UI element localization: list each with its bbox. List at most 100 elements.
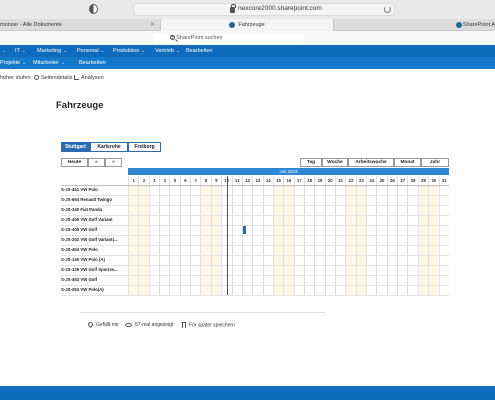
nav-item-personal[interactable]: Personal ⌄ <box>77 45 105 57</box>
page-details-button[interactable]: Seitendetails <box>34 75 73 81</box>
day-header: 19 <box>314 176 324 185</box>
vehicle-row-label[interactable]: S-JS-253 VW Polo(A) <box>61 286 128 294</box>
vehicle-row-label[interactable]: S-JS-453 VW Golf <box>61 276 128 284</box>
day-header: 2 <box>138 176 148 185</box>
day-header: 12 <box>241 176 252 185</box>
search-placeholder: In SharePoint suchen <box>170 35 223 41</box>
eye-icon <box>125 322 132 327</box>
like-icon <box>86 321 95 329</box>
view-month-button[interactable]: Monat <box>394 158 421 167</box>
nav-edit-link[interactable]: Bearbeiten <box>79 57 106 69</box>
browser-tabbar: monzer - Alle Dokumente ✕ Fahrzeuge Shar… <box>0 19 495 31</box>
next-button[interactable]: » <box>105 158 122 167</box>
nav-item-it[interactable]: IT ⌄ <box>15 45 26 57</box>
page-title: Fahrzeuge <box>56 100 104 111</box>
close-icon[interactable]: ✕ <box>150 19 155 31</box>
tab-freiburg[interactable]: Freiburg <box>128 142 161 152</box>
day-header: 1 <box>128 176 138 185</box>
tab-label: Fahrzeuge <box>238 22 265 28</box>
sharepoint-icon <box>229 21 236 28</box>
browser-tab[interactable]: monzer - Alle Dokumente ✕ <box>0 19 160 31</box>
browser-titlebar: nexcore2000.sharepoint.com <box>0 0 495 19</box>
day-header: 24 <box>366 176 376 185</box>
view-week-button[interactable]: Woche <box>322 158 348 167</box>
view-workweek-button[interactable]: Arbeitswoche <box>348 158 394 167</box>
analytics-button[interactable]: Analysen <box>74 75 104 81</box>
today-button[interactable]: Heute <box>61 158 88 167</box>
booking-event[interactable] <box>242 226 246 234</box>
nav-item-marketing[interactable]: Marketing ⌄ <box>37 45 67 57</box>
vehicle-row-label[interactable]: S-JS-202 VW Golf Variant(... <box>61 236 128 244</box>
day-header: 13 <box>252 176 262 185</box>
search-input[interactable]: In SharePoint suchen <box>154 34 304 44</box>
vehicle-row-label[interactable]: S-JS-340 Fiat Panda <box>61 206 128 214</box>
weekend-column <box>345 185 356 295</box>
vehicle-row-label[interactable]: S-JS-125 VW Golf Sportsv... <box>61 266 128 274</box>
day-header: 7 <box>190 176 200 185</box>
view-day-button[interactable]: Tag <box>300 158 322 167</box>
weekend-column <box>428 185 439 295</box>
save-for-later-button[interactable]: Für später speichern <box>182 322 235 328</box>
nav-item-produktion[interactable]: Produktion ⌄ <box>113 45 145 57</box>
month-header: Juli 2023 <box>128 168 449 175</box>
vehicle-row-label[interactable]: S-JS-406 VW Golf Variant <box>61 216 128 224</box>
weekend-column <box>417 185 429 295</box>
reload-icon[interactable] <box>384 6 391 13</box>
like-button[interactable]: Gefällt mir <box>86 321 119 329</box>
weekend-column <box>210 185 222 295</box>
location-tabs: Stuttgart Karlsruhe Freiburg <box>61 142 161 152</box>
day-header: 28 <box>407 176 417 185</box>
bookmark-icon <box>182 322 186 328</box>
nav-item-collapsed[interactable]: ⌄ <box>0 45 6 57</box>
day-header: 15 <box>272 176 283 185</box>
bottom-bar <box>0 386 495 400</box>
day-header: 6 <box>179 176 190 185</box>
day-header: 4 <box>159 176 169 185</box>
top-navigation: ⌄ IT ⌄ Marketing ⌄ Personal ⌄ Produktion ⌄ V… <box>0 45 495 57</box>
day-header: 17 <box>293 176 304 185</box>
lock-icon <box>230 4 236 13</box>
day-header: 20 <box>324 176 335 185</box>
weekend-column <box>355 185 367 295</box>
day-header: 25 <box>376 176 386 185</box>
weekend-column <box>138 185 149 295</box>
day-header: 30 <box>428 176 438 185</box>
nav-item-vertrieb[interactable]: Vertrieb ⌄ <box>155 45 180 57</box>
views-count: 57-mal angezeigt <box>125 322 173 328</box>
grid-line <box>61 295 449 296</box>
day-header: 27 <box>397 176 407 185</box>
tab-label: SharePoint A <box>462 22 495 28</box>
vehicle-row-label[interactable]: S-JS-404 VW Polo <box>61 246 128 254</box>
day-header: 29 <box>417 176 428 185</box>
today-marker <box>227 176 228 295</box>
browser-tab-active[interactable]: Fahrzeuge <box>160 19 334 31</box>
browser-tab[interactable]: SharePoint A <box>334 19 495 31</box>
privacy-shield-icon[interactable] <box>89 4 98 14</box>
vehicle-row-label[interactable]: S-JS-654 Renault Twingo <box>61 196 128 204</box>
day-header: 5 <box>169 176 179 185</box>
view-year-button[interactable]: Jahr <box>421 158 449 167</box>
address-bar[interactable]: nexcore2000.sharepoint.com <box>133 3 395 16</box>
nav-item-projekte[interactable]: Projekte ⌄ <box>0 57 26 69</box>
day-header: 18 <box>303 176 314 185</box>
vehicle-row-label[interactable]: S-JS-451 VW Polo <box>61 186 128 194</box>
suite-header: In SharePoint suchen <box>0 31 495 45</box>
promote-button[interactable]: höher stufen <box>0 75 31 81</box>
vehicle-row-label[interactable]: S-JS-140 VW Polo (A) <box>61 256 128 264</box>
day-header: 21 <box>335 176 345 185</box>
site-navigation: Projekte ⌄ Mitarbeiter ⌄ Bearbeiten <box>0 57 495 69</box>
weekend-column <box>200 185 211 295</box>
prev-button[interactable]: « <box>88 158 105 167</box>
day-header: 26 <box>386 176 397 185</box>
vehicle-row-label[interactable]: S-JS-405 VW Golf <box>61 226 128 234</box>
nav-edit-link[interactable]: Bearbeiten <box>186 45 213 57</box>
day-header: 11 <box>231 176 242 185</box>
day-header: 3 <box>148 176 159 185</box>
weekend-column <box>283 185 294 295</box>
nav-item-mitarbeiter[interactable]: Mitarbeiter ⌄ <box>33 57 65 69</box>
tab-karlsruhe[interactable]: Karlsruhe <box>90 142 128 152</box>
tab-stuttgart[interactable]: Stuttgart <box>61 142 90 152</box>
day-header: 9 <box>210 176 221 185</box>
command-bar: höher stufen Seitendetails Analysen <box>0 72 495 86</box>
weekend-column <box>272 185 284 295</box>
